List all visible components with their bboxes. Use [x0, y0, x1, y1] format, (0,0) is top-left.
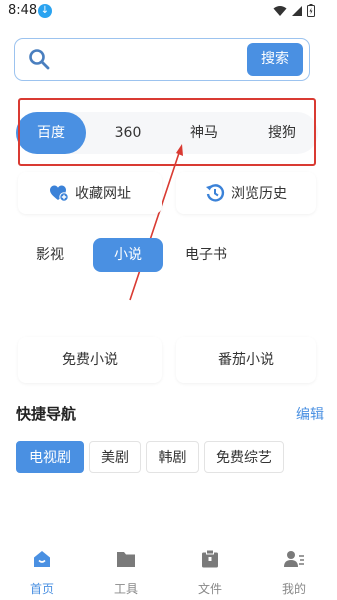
home-icon — [34, 551, 50, 567]
download-icon: ↓ — [38, 4, 52, 18]
nav-tools[interactable]: 工具 — [91, 548, 161, 596]
annotation-arrow — [129, 144, 183, 301]
fanqie-novel-card[interactable]: 番茄小说 — [176, 337, 316, 383]
heart-add-icon — [50, 185, 69, 202]
folder-icon — [117, 552, 135, 567]
nav-profile-label: 我的 — [281, 582, 306, 596]
history-button[interactable]: 浏览历史 — [176, 172, 316, 214]
wifi-icon — [273, 5, 287, 16]
nav-files[interactable]: 文件 — [175, 548, 245, 596]
free-novel-card[interactable]: 免费小说 — [18, 337, 162, 383]
nav-tools-label: 工具 — [113, 582, 138, 596]
signal-icon — [292, 5, 302, 16]
chip-kr-drama[interactable]: 韩剧 — [146, 441, 199, 473]
chip-tv-drama[interactable]: 电视剧 — [16, 441, 84, 473]
tab-novel[interactable]: 小说 — [93, 238, 163, 272]
status-time: 8:48 — [8, 3, 38, 18]
battery-icon — [307, 4, 315, 17]
quick-nav-title: 快捷导航 — [16, 405, 77, 423]
quick-nav-edit-button[interactable]: 编辑 — [296, 404, 324, 424]
file-box-icon — [202, 549, 218, 568]
user-icon — [284, 551, 304, 567]
search-input[interactable] — [60, 48, 244, 74]
status-icons — [273, 4, 315, 17]
history-label: 浏览历史 — [231, 186, 287, 202]
nav-home[interactable]: 首页 — [7, 548, 77, 596]
nav-files-label: 文件 — [197, 582, 222, 596]
nav-profile[interactable]: 我的 — [259, 548, 329, 596]
chip-free-variety[interactable]: 免费综艺 — [204, 441, 284, 473]
tab-video[interactable]: 影视 — [24, 238, 76, 272]
search-icon — [29, 49, 50, 70]
annotation-highlight-box — [18, 98, 316, 166]
tab-ebook[interactable]: 电子书 — [178, 238, 234, 272]
chip-us-drama[interactable]: 美剧 — [89, 441, 141, 473]
favorites-label: 收藏网址 — [75, 186, 131, 202]
favorites-button[interactable]: 收藏网址 — [18, 172, 162, 214]
history-icon — [206, 184, 225, 202]
search-button[interactable]: 搜索 — [247, 43, 303, 76]
nav-home-label: 首页 — [29, 582, 54, 596]
